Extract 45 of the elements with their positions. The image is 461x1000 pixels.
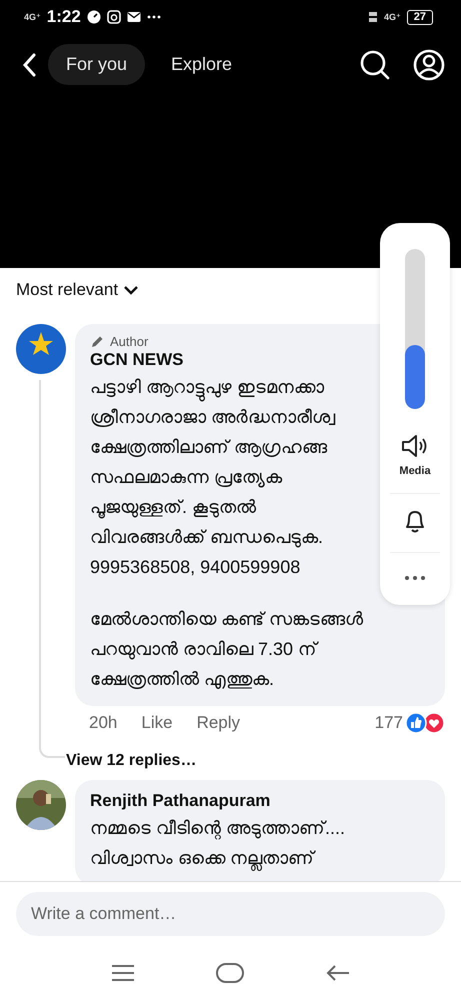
volume-slider[interactable] xyxy=(405,249,425,409)
view-replies-link[interactable]: View 12 replies… xyxy=(66,734,196,770)
nav-tab[interactable]: Explore xyxy=(153,44,250,85)
author-label: Author xyxy=(110,334,148,349)
comment-text-line: പറയുവാൻ രാവിലെ 7.30 ന് xyxy=(90,638,318,662)
comment-text-line: പട്ടാഴി ആറാട്ടുപുഴ ഇടമനക്കാ xyxy=(90,372,324,402)
sort-dropdown[interactable]: Most relevant xyxy=(16,280,140,300)
chevron-icon xyxy=(123,285,140,295)
profile-icon[interactable] xyxy=(413,48,445,80)
more-icon xyxy=(146,15,161,19)
logo-icon xyxy=(16,324,66,374)
camera-icon xyxy=(106,10,121,24)
media-label: Media xyxy=(399,465,431,477)
menu-icon[interactable] xyxy=(110,964,134,982)
clock: 1:22 xyxy=(46,7,81,27)
search-icon[interactable] xyxy=(359,48,391,80)
speed-icon xyxy=(86,10,101,24)
reaction-count: 177 xyxy=(374,713,403,733)
home-icon[interactable] xyxy=(216,963,244,983)
comment-text-line: മേൽശാന്തിയെ കണ്ട് സങ്കടങ്ങൾ xyxy=(90,608,364,631)
comment-input[interactable]: Write a comment… xyxy=(16,892,445,936)
comment-text-line: 9995368508, 9400599908 xyxy=(90,556,300,579)
battery-indicator: 27 xyxy=(406,10,433,24)
speaker-icon[interactable] xyxy=(401,433,429,459)
comment-text-line: സഫലമാകുന്ന പ്രത്യേക xyxy=(90,466,282,490)
network-label: 4G⁺ xyxy=(24,12,41,22)
comment-text-line: ക്ഷേത്രത്തിൽ എത്തുക. xyxy=(90,668,274,691)
reply-link[interactable]: Reply xyxy=(196,713,240,733)
like-link[interactable]: Like xyxy=(141,713,173,733)
reactions-icon xyxy=(405,712,445,734)
more-icon[interactable] xyxy=(404,575,426,581)
comment-text-line: പൂജയുള്ളത്. കൂടുതൽ xyxy=(90,496,256,520)
commenter-name[interactable]: GCN NEWS xyxy=(90,350,184,370)
mail-icon xyxy=(126,11,141,23)
comment-time: 20h xyxy=(89,713,118,733)
comment-text-line: ശ്രീനാഗരാജാ അർദ്ധനാരീശ്വ xyxy=(90,406,336,429)
comment-text-line: ക്ഷേത്രത്തിലാണ് ആഗ്രഹങ്ങ xyxy=(90,436,328,459)
pencil-icon xyxy=(90,334,104,348)
comment-text-line: വിവരങ്ങൾക്ക് ബന്ധപെടുക. xyxy=(90,526,324,550)
comment-text-line: വിശ്വാസം ഒക്കെ നല്ലതാണ് xyxy=(90,843,314,873)
network-label: 4G⁺ xyxy=(384,12,401,22)
bell-icon[interactable] xyxy=(404,508,426,534)
commenter-name[interactable]: Renjith Pathanapuram xyxy=(90,791,270,811)
comment-text-line: നമ്മടെ വീടിന്റെ അടുത്താണ്.... xyxy=(90,817,346,842)
nav-tab[interactable]: For you xyxy=(48,44,146,85)
